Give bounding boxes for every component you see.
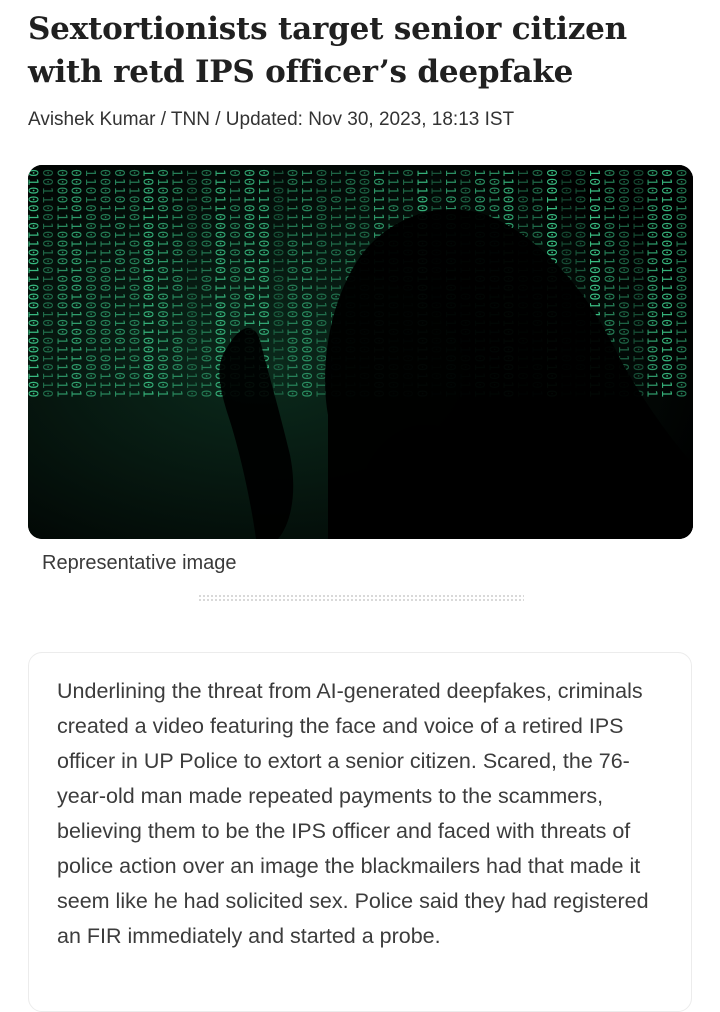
svg-text:00100001010111011011000011: 00100001010111011011000011 [313,169,328,399]
svg-text:10001100000100010110000001: 10001100000100010110000001 [140,169,155,399]
svg-text:00110010010010001010010110: 00110010010010001010010110 [39,169,54,399]
svg-text:11010111001100111110000111: 11010111001100111110000111 [169,169,184,399]
article-headline: Sextortionists target senior citizen wit… [28,11,627,90]
svg-text:00001000101000000111010000: 00001000101000000111010000 [673,169,688,399]
svg-text:11110111111011000000000000: 11110111111011000000000000 [298,169,313,399]
svg-text:00111111001010000110001110: 00111111001010000110001110 [284,169,299,399]
svg-text:00001110000100001001111111: 00001110000100001001111111 [53,169,68,399]
svg-text:00001010111000100000100111: 00001010111000100000100111 [97,169,112,399]
svg-text:11010000111000000000100010: 11010000111000000000100010 [82,169,97,399]
image-caption: Representative image [42,552,237,574]
svg-text:01000101100110001010001100: 01000101100110001010001100 [28,169,40,399]
hacker-binary-illustration: 01000101100110001010001100 00110010010010… [28,165,693,539]
article-byline: Avishek Kumar / TNN / Updated: Nov 30, 2… [28,109,515,130]
svg-text:10010000001111000000110110: 10010000001111000000110110 [183,169,198,399]
article-summary: Underlining the threat from AI-generated… [57,679,649,948]
dotted-divider [198,594,524,602]
svg-text:00000110100100101100110001: 00000110100100101100110001 [68,169,83,399]
svg-text:00001111110010011011010010: 00001111110010011011010010 [629,169,644,399]
hero-image[interactable]: 01000101100110001010001100 00110010010010… [28,165,693,539]
svg-text:11000010001100000011110111: 11000010001100000011110111 [269,169,284,399]
svg-text:01010000110100000011000111: 01010000110100000011000111 [644,169,659,399]
svg-text:01010000000111001010100011: 01010000000111001010100011 [658,169,673,399]
svg-text:01000100111011000011100001: 01000100111011000011100001 [154,169,169,399]
svg-text:00001000011100111111001010: 00001000011100111111001010 [197,169,212,399]
svg-text:01100011010010011000101011: 01100011010010011000101011 [125,169,140,399]
svg-text:01101101100111111100111011: 01101101100111111100111011 [111,169,126,399]
